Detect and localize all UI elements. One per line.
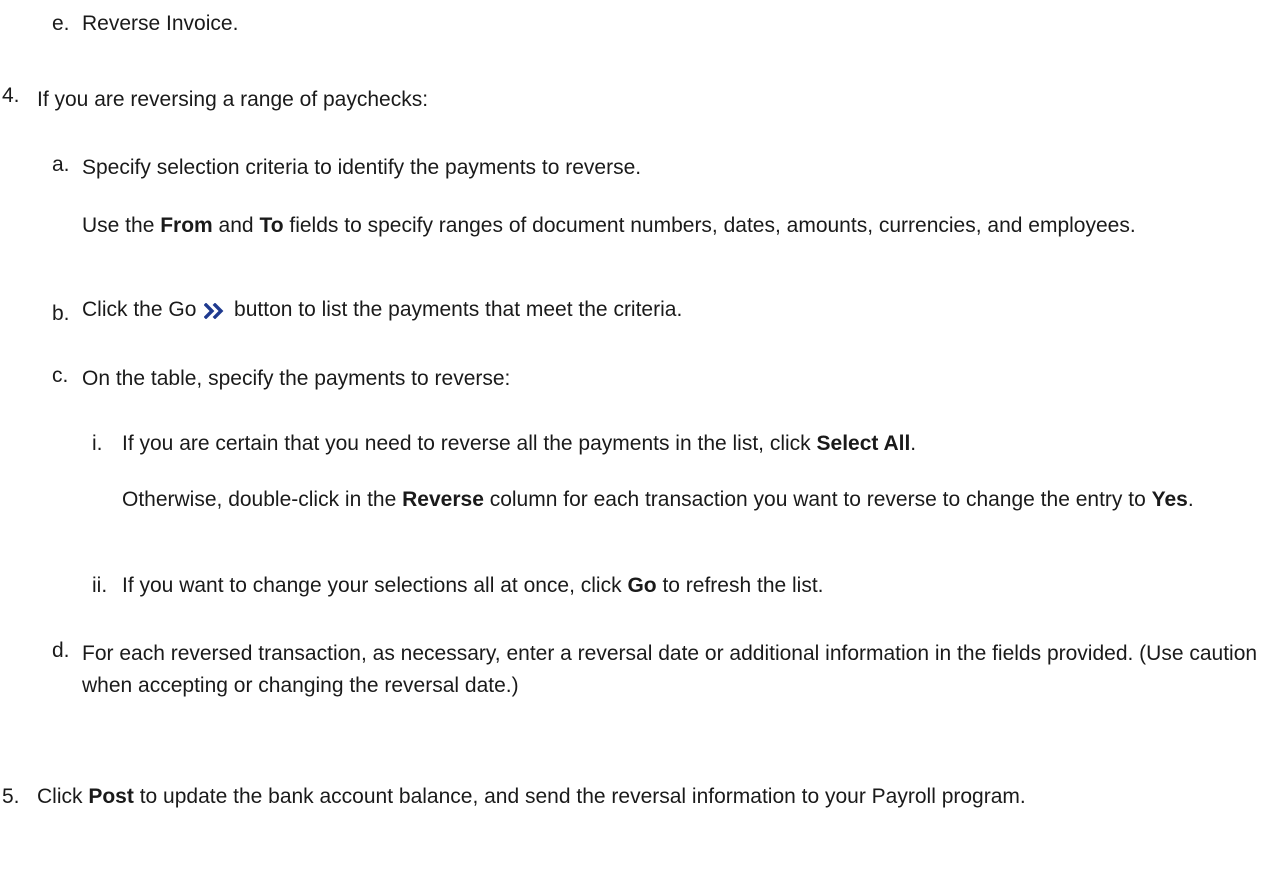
step-a-note: Use the From and To fields to specify ra… [82, 214, 1136, 237]
double-chevron-right-icon [203, 297, 226, 329]
post-label: Post [88, 785, 134, 808]
step-i-note: Otherwise, double-click in the Reverse c… [122, 488, 1194, 511]
step-marker-5: 5. [2, 785, 20, 808]
step-4-text: If you are reversing a range of paycheck… [37, 88, 429, 111]
step-a-text: Specify selection criteria to identify t… [82, 156, 642, 179]
step-e-text: Reverse Invoice. [82, 12, 239, 35]
step-marker-d: d. [52, 639, 70, 662]
step-marker-a: a. [52, 153, 70, 176]
from-field-label: From [160, 214, 213, 237]
step-d-text: For each reversed transaction, as necess… [82, 642, 1258, 697]
to-field-label: To [259, 214, 284, 237]
step-c-text: On the table, specify the payments to re… [82, 367, 511, 390]
step-ii-text: If you want to change your selections al… [122, 574, 824, 597]
step-marker-ii: ii. [92, 574, 108, 597]
step-5-text: Click Post to update the bank account ba… [37, 785, 1026, 808]
step-marker-i: i. [92, 432, 103, 455]
yes-label: Yes [1151, 488, 1188, 511]
step-marker-4: 4. [2, 84, 20, 107]
reverse-column-label: Reverse [402, 488, 484, 511]
select-all-label: Select All [816, 432, 911, 455]
step-marker-b: b. [52, 302, 70, 325]
go-label: Go [627, 574, 657, 597]
step-marker-c: c. [52, 364, 69, 387]
step-i-text: If you are certain that you need to reve… [122, 432, 917, 455]
step-marker-e: e. [52, 12, 70, 35]
document-page: e. Reverse Invoice. 4. If you are revers… [0, 0, 1273, 891]
step-b-text: Click the Go button to list the payments… [82, 294, 682, 329]
